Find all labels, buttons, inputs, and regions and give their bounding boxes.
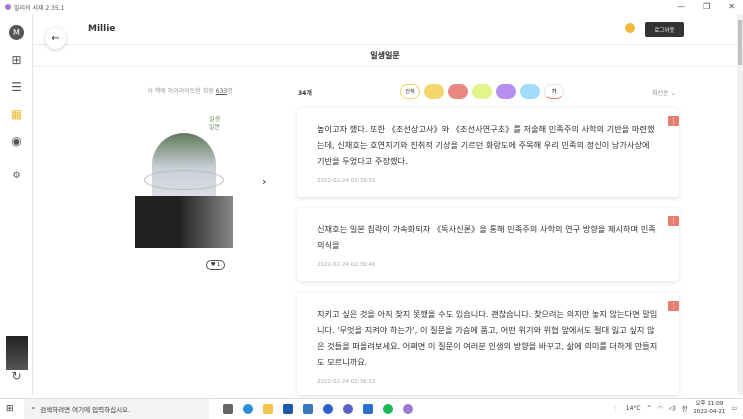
millie-logo[interactable]: Millie — [88, 24, 115, 34]
window-title: 밀리의 서재 2.35.1 — [14, 4, 65, 12]
maximize-button[interactable]: ❐ — [703, 0, 710, 14]
highlight-text: 지키고 싶은 것을 아직 찾지 못했을 수도 있습니다. 괜찮습니다. 찾으려는… — [317, 309, 658, 367]
minimize-button[interactable]: — — [677, 0, 685, 14]
highlight-member-count: 이 책에 하이라이트한 회원 633명 — [147, 88, 233, 95]
clock[interactable]: 오후 11:09 2022-04-21 — [693, 400, 725, 416]
highlight-time: 2022-02-24 02:39:55 — [317, 178, 376, 184]
highlight-card[interactable]: 지키고 싶은 것을 아직 찾지 못했을 수도 있습니다. 괜찮습니다. 찾으려는… — [297, 293, 679, 395]
color-filter-chip[interactable] — [472, 84, 492, 99]
refresh-icon[interactable]: ↻ — [9, 368, 24, 383]
heart-icon: ♥ — [210, 262, 216, 268]
notification-icon[interactable] — [625, 23, 635, 33]
cover-band — [135, 196, 233, 248]
close-button[interactable]: ✕ — [728, 0, 735, 14]
notification-center-icon[interactable]: ▭ — [731, 405, 737, 412]
next-chevron-icon[interactable]: › — [262, 175, 266, 188]
book-cover[interactable]: 일생 일문 — [135, 112, 233, 248]
weather-temp[interactable]: 14°C — [626, 405, 641, 412]
highlight-count: 34개 — [298, 90, 312, 97]
app-icon — [5, 4, 11, 10]
highlight-card[interactable]: 높이고자 했다. 또한 《조선상고사》와 《조선사연구초》를 저술해 민족주의 … — [297, 108, 679, 197]
profile-icon[interactable]: ◉ — [9, 133, 24, 148]
color-filter-chip[interactable]: 가 — [544, 84, 564, 99]
page-title: 일생일문 — [33, 45, 737, 67]
app-icon[interactable] — [322, 403, 333, 414]
highlight-time: 2022-02-24 02:39:48 — [317, 262, 376, 268]
settings-icon[interactable]: ⚙ — [9, 168, 24, 183]
sidebar: M ⊞ ☰ ▦ ◉ ⚙ ↻ — [0, 14, 33, 395]
weather-icon: ☾ — [614, 404, 620, 412]
color-filter-chip[interactable] — [448, 84, 468, 99]
bookshelf-icon[interactable]: ▦ — [9, 106, 24, 121]
title-bar: 밀리의 서재 2.35.1 — ❐ ✕ — [0, 0, 743, 14]
volume-icon[interactable]: ◁) — [669, 405, 676, 412]
more-menu-icon[interactable]: ⋮ — [668, 301, 679, 311]
scrollbar-thumb[interactable] — [738, 20, 742, 65]
network-icon[interactable]: ◠ — [658, 405, 663, 412]
tray-chevron-icon[interactable]: ^ — [647, 405, 652, 412]
windows-start-icon[interactable]: ⊞ — [6, 404, 14, 414]
taskbar-search[interactable]: ⌕ 검색하려면 여기에 입력하십시오. — [23, 398, 209, 419]
app-icon[interactable] — [342, 403, 353, 414]
back-button[interactable]: ← — [45, 28, 66, 49]
library-grid-icon[interactable]: ⊞ — [9, 52, 24, 67]
more-menu-icon[interactable]: ⋮ — [668, 216, 679, 226]
color-filter-chip[interactable] — [496, 84, 516, 99]
arrow-left-icon: ← — [51, 33, 60, 44]
store-icon[interactable] — [282, 403, 293, 414]
highlight-card[interactable]: 신채호는 일본 침략이 가속화되자 《독사신론》을 통해 민족주의 사학의 연구… — [297, 208, 679, 281]
search-list-icon[interactable]: ☰ — [9, 79, 24, 94]
scrollbar[interactable] — [737, 14, 743, 395]
millie-app-icon[interactable] — [402, 403, 413, 414]
file-explorer-icon[interactable] — [262, 403, 273, 414]
color-filter-chip[interactable] — [424, 84, 444, 99]
like-button[interactable]: ♥ 1 — [206, 260, 225, 270]
task-view-icon[interactable] — [222, 403, 233, 414]
millie-home-icon[interactable]: M — [9, 25, 24, 40]
logout-button[interactable]: 로그아웃 — [645, 22, 684, 37]
highlight-text: 높이고자 했다. 또한 《조선상고사》와 《조선사연구초》를 저술해 민족주의 … — [317, 124, 655, 166]
cover-art — [152, 133, 216, 203]
ime-indicator[interactable]: 한 — [682, 404, 688, 413]
search-icon: ⌕ — [31, 404, 36, 412]
highlight-time: 2022-02-24 02:38:32 — [317, 379, 376, 385]
edge-icon[interactable] — [242, 403, 253, 414]
color-filter-chip[interactable]: 전체 — [400, 84, 420, 99]
sort-dropdown[interactable]: 최신순 ⌄ — [652, 88, 676, 97]
mail-icon[interactable] — [302, 403, 313, 414]
cover-ring — [144, 170, 224, 190]
color-filters: 전체 가 — [400, 84, 564, 99]
current-book-thumbnail[interactable] — [6, 336, 28, 370]
taskbar: ⊞ ⌕ 검색하려면 여기에 입력하십시오. ☾ 14°C ^ ◠ ◁) 한 오후 … — [0, 398, 743, 419]
color-filter-chip[interactable] — [520, 84, 540, 99]
app-icon[interactable] — [362, 403, 373, 414]
more-menu-icon[interactable]: ⋮ — [668, 116, 679, 126]
highlight-text: 신채호는 일본 침략이 가속화되자 《독사신론》을 통해 민족주의 사학의 연구… — [317, 224, 656, 250]
spotify-icon[interactable] — [382, 403, 393, 414]
cover-title: 일생 일문 — [209, 116, 221, 131]
